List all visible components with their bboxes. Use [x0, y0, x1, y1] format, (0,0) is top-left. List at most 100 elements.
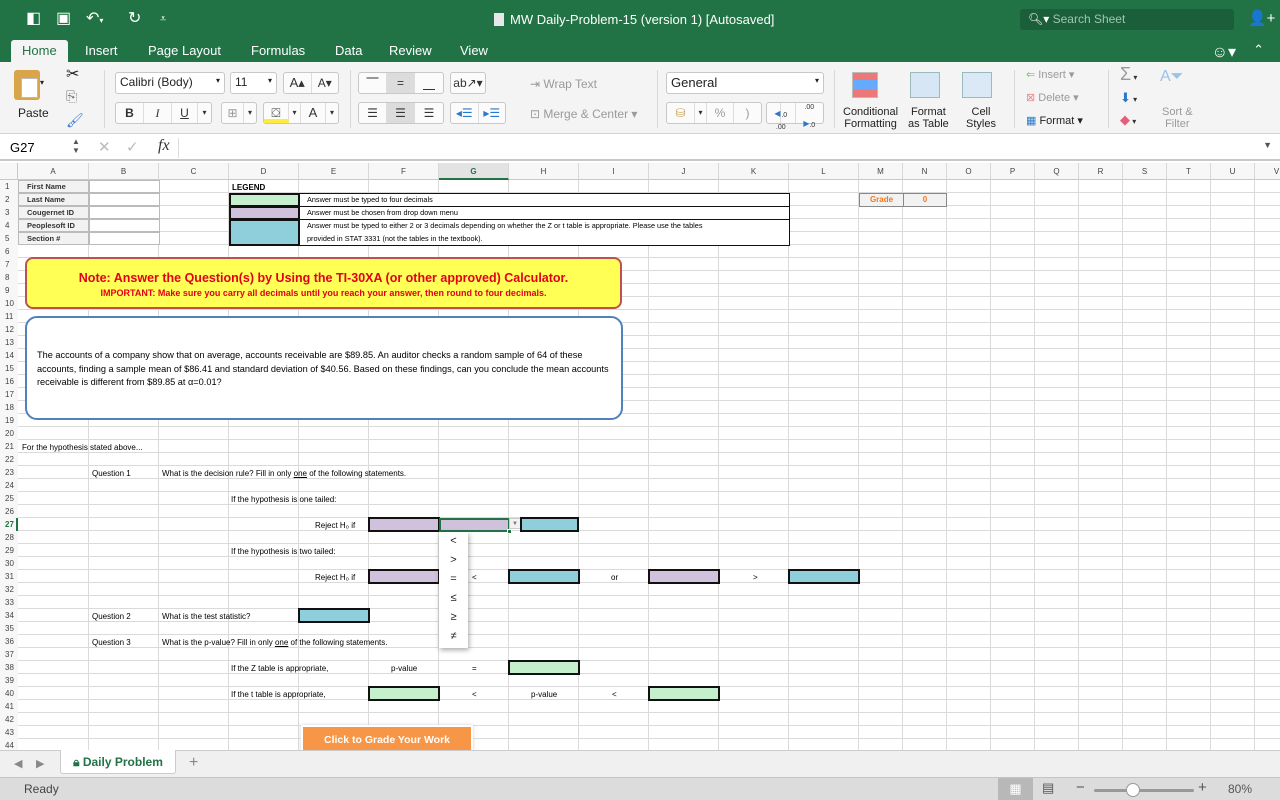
student-info-input[interactable]: [89, 206, 160, 219]
delete-cells-button[interactable]: ⊠ Delete ▾: [1026, 91, 1079, 104]
column-header-p[interactable]: P: [991, 163, 1035, 180]
paste-dropdown-icon[interactable]: ▾: [40, 78, 44, 87]
formula-input[interactable]: [186, 139, 1256, 157]
column-header-n[interactable]: N: [903, 163, 947, 180]
row-header-15[interactable]: 15: [0, 362, 18, 375]
dropdown-option-ne[interactable]: ≠: [439, 627, 468, 646]
student-info-input[interactable]: [89, 180, 160, 193]
t-pvalue-lower-input[interactable]: [368, 686, 440, 701]
cancel-formula-icon[interactable]: ✕: [98, 138, 111, 156]
test-statistic-input[interactable]: [298, 608, 370, 623]
column-header-i[interactable]: I: [579, 163, 649, 180]
fill-handle[interactable]: [507, 529, 512, 534]
two-tailed-statistic-dropdown-1[interactable]: [368, 569, 440, 584]
font-color-button[interactable]: A: [301, 103, 326, 123]
sidebar-icon[interactable]: ◧: [26, 10, 41, 28]
redo-icon[interactable]: ↻: [128, 10, 141, 28]
align-left-icon[interactable]: ☰: [359, 103, 387, 123]
zoom-in-button[interactable]: +: [1198, 779, 1207, 796]
sort-filter-icon[interactable]: A⏷: [1160, 68, 1183, 86]
row-header-1[interactable]: 1: [0, 180, 18, 193]
clear-eraser-icon[interactable]: ◆ ▾: [1120, 112, 1136, 128]
format-as-table-button[interactable]: Format as Table: [908, 106, 949, 130]
cell-styles-icon[interactable]: [962, 72, 992, 98]
column-header-k[interactable]: K: [719, 163, 789, 180]
align-middle-icon[interactable]: =: [387, 73, 415, 93]
column-header-b[interactable]: B: [89, 163, 159, 180]
autosum-button[interactable]: Σ ▾: [1120, 64, 1137, 85]
align-right-icon[interactable]: ☰: [415, 103, 443, 123]
insert-cells-button[interactable]: ⇐ Insert ▾: [1026, 68, 1074, 81]
row-header-35[interactable]: 35: [0, 622, 18, 635]
page-layout-view-icon[interactable]: ▤: [1042, 780, 1054, 796]
collapse-ribbon-icon[interactable]: ⌃: [1253, 42, 1264, 58]
row-header-23[interactable]: 23: [0, 466, 18, 479]
row-header-34[interactable]: 34: [0, 609, 18, 622]
row-header-30[interactable]: 30: [0, 557, 18, 570]
row-header-9[interactable]: 9: [0, 284, 18, 297]
row-header-32[interactable]: 32: [0, 583, 18, 596]
t-pvalue-upper-input[interactable]: [648, 686, 720, 701]
merge-center-button[interactable]: ⊡ Merge & Center ▾: [530, 107, 637, 121]
align-top-icon[interactable]: ⎺: [359, 73, 387, 93]
select-all-corner[interactable]: [0, 163, 18, 180]
tab-home[interactable]: Home: [11, 40, 68, 62]
prev-sheet-icon[interactable]: ◀: [14, 757, 22, 770]
percent-button[interactable]: %: [707, 103, 734, 123]
wrap-text-button[interactable]: ⇥ Wrap Text: [530, 77, 597, 91]
row-header-19[interactable]: 19: [0, 414, 18, 427]
enter-formula-icon[interactable]: ✓: [126, 138, 139, 156]
column-header-u[interactable]: U: [1211, 163, 1255, 180]
two-tailed-statistic-dropdown-2[interactable]: [648, 569, 720, 584]
one-tailed-operator-dropdown[interactable]: [439, 518, 510, 532]
column-header-d[interactable]: D: [229, 163, 299, 180]
expand-formula-bar-icon[interactable]: ▼: [1263, 140, 1272, 150]
tab-insert[interactable]: Insert: [74, 40, 129, 62]
row-header-43[interactable]: 43: [0, 726, 18, 739]
dropdown-option-le[interactable]: ≤: [439, 589, 468, 608]
row-header-18[interactable]: 18: [0, 401, 18, 414]
cut-icon[interactable]: ✂: [66, 64, 79, 84]
column-header-o[interactable]: O: [947, 163, 991, 180]
row-header-37[interactable]: 37: [0, 648, 18, 661]
align-bottom-icon[interactable]: ⎽: [415, 73, 443, 93]
feedback-smiley-icon[interactable]: ☺▾: [1212, 42, 1236, 62]
font-size-select[interactable]: 11 ▾: [230, 72, 277, 94]
column-header-h[interactable]: H: [509, 163, 579, 180]
student-info-input[interactable]: [89, 219, 160, 232]
zoom-slider-thumb[interactable]: [1126, 783, 1140, 797]
row-header-28[interactable]: 28: [0, 531, 18, 544]
conditional-formatting-icon[interactable]: [852, 72, 878, 98]
column-header-m[interactable]: M: [859, 163, 903, 180]
row-header-20[interactable]: 20: [0, 427, 18, 440]
row-header-17[interactable]: 17: [0, 388, 18, 401]
two-tailed-lower-critical-input[interactable]: [508, 569, 580, 584]
format-cells-button[interactable]: ▦ Format ▾: [1026, 114, 1083, 127]
row-header-26[interactable]: 26: [0, 505, 18, 518]
z-pvalue-input[interactable]: [508, 660, 580, 675]
name-box[interactable]: G27: [10, 140, 35, 155]
row-header-44[interactable]: 44: [0, 739, 18, 750]
student-info-input[interactable]: [89, 232, 160, 245]
row-header-14[interactable]: 14: [0, 349, 18, 362]
cell-styles-button[interactable]: Cell Styles: [966, 106, 996, 130]
row-header-24[interactable]: 24: [0, 479, 18, 492]
underline-button[interactable]: U: [172, 103, 198, 123]
column-header-v[interactable]: V: [1255, 163, 1280, 180]
dropdown-option-gt[interactable]: >: [439, 551, 468, 570]
undo-icon[interactable]: ↶▾: [86, 10, 103, 30]
sort-filter-button[interactable]: Sort & Filter: [1162, 106, 1193, 130]
font-name-select[interactable]: Calibri (Body) ▾: [115, 72, 225, 94]
paste-button[interactable]: Paste: [18, 106, 49, 120]
accounting-dropdown[interactable]: ▾: [695, 103, 707, 123]
decrease-decimal-button[interactable]: .00 ▸.0: [796, 103, 824, 130]
orientation-button[interactable]: ab↗▾: [450, 72, 486, 94]
fill-color-icon[interactable]: ⛋: [264, 103, 289, 123]
tab-page-layout[interactable]: Page Layout: [137, 40, 232, 62]
row-header-11[interactable]: 11: [0, 310, 18, 323]
add-sheet-button[interactable]: +: [189, 754, 198, 772]
column-header-a[interactable]: A: [18, 163, 89, 180]
customize-icon[interactable]: ⩡: [160, 10, 166, 28]
column-header-j[interactable]: J: [649, 163, 719, 180]
row-header-36[interactable]: 36: [0, 635, 18, 648]
